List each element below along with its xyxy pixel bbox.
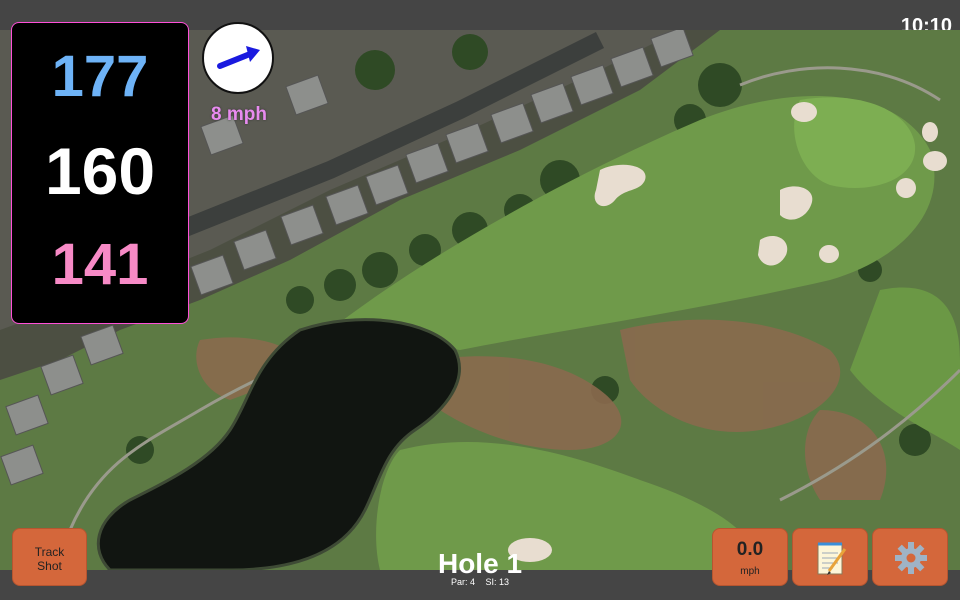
distance-panel[interactable]: 177 160 141 [11,22,189,324]
track-shot-label-line1: Track [34,545,65,559]
front-distance: 141 [51,232,149,297]
wind-direction-indicator [202,22,274,94]
notepad-icon [817,542,847,575]
wind-speed-label: 8 mph [211,104,267,125]
hole-par: Par: 4 [450,577,475,587]
track-shot-label-line2: Shot [37,559,62,573]
wind-speed-button[interactable]: 0.0 mph [712,528,788,586]
scorecard-notes-button[interactable] [792,528,868,586]
back-distance: 177 [51,44,149,109]
wind-speed-unit: mph [740,566,760,577]
track-shot-button[interactable]: Track Shot [12,528,87,586]
middle-distance: 160 [44,134,156,208]
hole-stroke-index: SI: 13 [485,577,510,587]
hole-title: Hole 1 [437,548,523,579]
arrow-icon [217,46,260,69]
wind-speed-value: 0.0 [736,539,764,560]
settings-button[interactable] [872,528,948,586]
hole-meta: Par: 4 SI: 13 [380,577,580,587]
gear-icon [895,542,927,574]
